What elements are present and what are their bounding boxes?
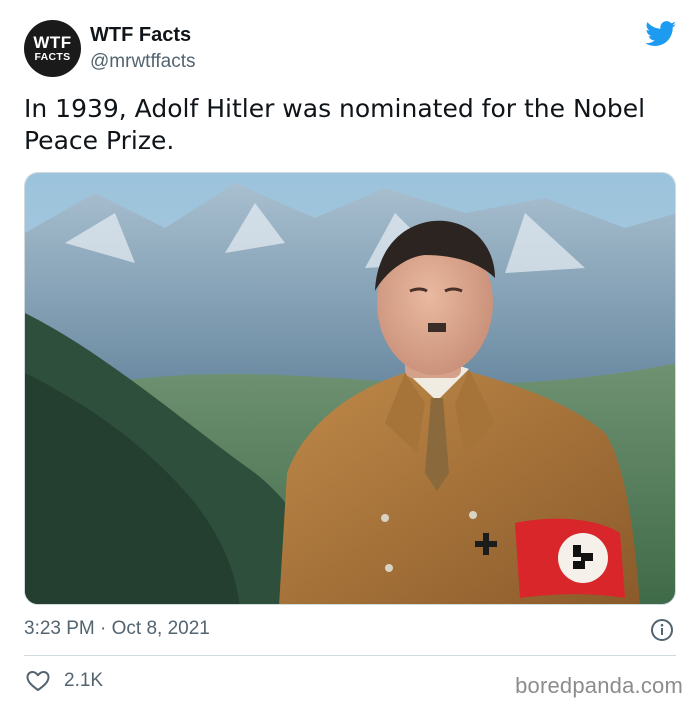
tweet-photo[interactable] (24, 172, 676, 605)
avatar-line2: FACTS (34, 51, 71, 64)
like-count[interactable]: 2.1K (64, 670, 103, 692)
divider (24, 655, 676, 656)
info-icon[interactable] (650, 618, 674, 642)
tweet-card: WTF FACTS WTF Facts @mrwtffacts In 1939,… (0, 0, 700, 708)
avatar-line1: WTF (33, 33, 72, 53)
twitter-bird-icon[interactable] (645, 21, 677, 47)
avatar[interactable]: WTF FACTS (24, 20, 81, 77)
tweet-timestamp[interactable]: 3:23 PM · Oct 8, 2021 (24, 618, 210, 640)
author-handle[interactable]: @mrwtffacts (90, 51, 196, 73)
watermark: boredpanda.com (515, 673, 683, 698)
tweet-text: In 1939, Adolf Hitler was nominated for … (24, 94, 646, 155)
portrait-image (25, 173, 675, 604)
heart-icon[interactable] (26, 670, 50, 692)
author-name[interactable]: WTF Facts (90, 24, 191, 47)
